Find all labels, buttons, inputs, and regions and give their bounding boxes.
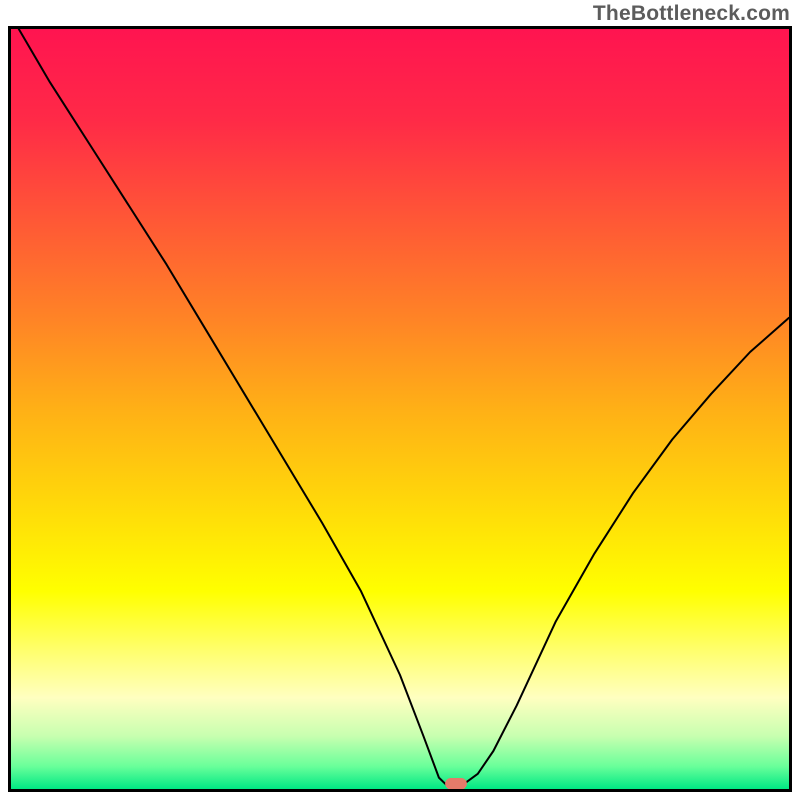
chart-svg bbox=[0, 0, 800, 800]
watermark-text: TheBottleneck.com bbox=[593, 2, 790, 26]
optimal-marker bbox=[445, 778, 467, 789]
bottleneck-chart: TheBottleneck.com bbox=[0, 0, 800, 800]
